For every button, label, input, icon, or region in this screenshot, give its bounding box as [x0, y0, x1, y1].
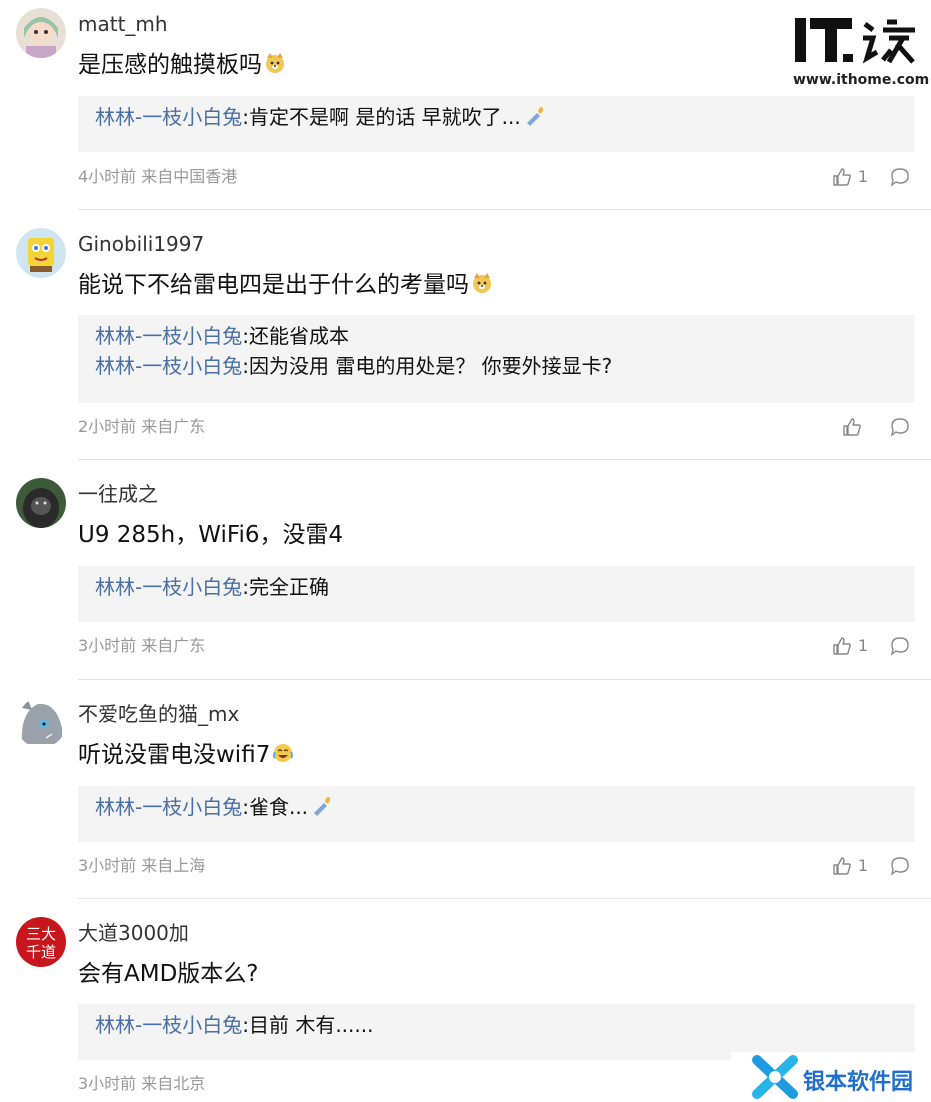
comment-item: matt_mh 是压感的触摸板吗 林林-一枝小白兔:肯定不是啊 是的话 早就吹了… — [0, 0, 931, 210]
divider — [78, 898, 931, 899]
candle-emoji — [310, 794, 332, 816]
comment-content: 会有AMD版本么? — [78, 961, 259, 987]
username[interactable]: 大道3000加 — [78, 921, 189, 945]
comment-bubble-icon — [890, 418, 909, 437]
reply-line: 林林-一枝小白兔:雀食... — [95, 792, 915, 822]
like-count: 1 — [857, 167, 868, 186]
divider — [78, 209, 931, 210]
comment-item: Ginobili1997 能说下不给雷电四是出于什么的考量吗 林林-一枝小白兔:… — [0, 220, 931, 460]
doge-emoji — [264, 52, 286, 74]
reply-button[interactable] — [890, 167, 910, 187]
divider — [78, 459, 931, 460]
reply-author[interactable]: 林林-一枝小白兔 — [95, 795, 242, 819]
comment-bubble-icon — [890, 857, 909, 876]
comment-content: U9 285h，WiFi6，没雷4 — [78, 522, 344, 548]
reply-line: 林林-一枝小白兔:还能省成本 — [95, 324, 349, 348]
reply-author[interactable]: 林林-一枝小白兔 — [95, 1013, 242, 1037]
candle-emoji — [523, 104, 545, 126]
reply-button[interactable] — [890, 856, 910, 876]
svg-text:三大: 三大 — [26, 925, 56, 943]
comment-bubble-icon — [890, 637, 909, 656]
comment-content: 能说下不给雷电四是出于什么的考量吗 — [78, 270, 493, 300]
reply-box: 林林-一枝小白兔:还能省成本 林林-一枝小白兔:因为没用 雷电的用处是？ 你要外… — [78, 315, 915, 403]
comment-meta: 4小时前 来自中国香港 — [78, 167, 238, 186]
reply-line: 林林-一枝小白兔:完全正确 — [95, 575, 329, 599]
like-button[interactable]: 1 — [832, 856, 868, 876]
reply-line: 林林-一枝小白兔:肯定不是啊 是的话 早就吹了... — [95, 102, 915, 132]
comment-item: 不爱吃鱼的猫_mx 听说没雷电没wifi7 林林-一枝小白兔:雀食... 3小时… — [0, 690, 931, 900]
reply-box: 林林-一枝小白兔:雀食... — [78, 786, 915, 842]
reply-box: 林林-一枝小白兔:肯定不是啊 是的话 早就吹了... — [78, 96, 915, 152]
comment-meta: 3小时前 来自广东 — [78, 636, 206, 655]
thumbs-up-icon — [833, 168, 851, 186]
reply-author[interactable]: 林林-一枝小白兔 — [95, 105, 242, 129]
avatar[interactable] — [16, 698, 66, 748]
username[interactable]: 不爱吃鱼的猫_mx — [78, 702, 239, 726]
reply-line: 林林-一枝小白兔:目前 木有...... — [95, 1013, 374, 1037]
watermark-text: 银本软件园 — [803, 1070, 914, 1095]
thumbs-up-icon — [833, 857, 851, 875]
avatar[interactable] — [16, 228, 66, 278]
watermark: 银本软件园 — [731, 1052, 931, 1102]
like-count: 1 — [857, 856, 868, 875]
like-button[interactable]: 1 — [832, 636, 868, 656]
comment-content: 是压感的触摸板吗 — [78, 50, 286, 80]
username[interactable]: 一往成之 — [78, 482, 158, 506]
reply-author[interactable]: 林林-一枝小白兔 — [95, 324, 242, 348]
like-button[interactable]: 1 — [832, 167, 868, 187]
comment-item: 一往成之 U9 285h，WiFi6，没雷4 林林-一枝小白兔:完全正确 3小时… — [0, 470, 931, 680]
username[interactable]: Ginobili1997 — [78, 232, 204, 256]
reply-box: 林林-一枝小白兔:完全正确 — [78, 566, 915, 622]
avatar[interactable] — [16, 8, 66, 58]
avatar[interactable]: 三大 千道 — [16, 917, 66, 967]
thumbs-up-icon — [843, 418, 861, 436]
reply-author[interactable]: 林林-一枝小白兔 — [95, 575, 242, 599]
watermark-logo-icon — [752, 1055, 798, 1099]
reply-author[interactable]: 林林-一枝小白兔 — [95, 354, 242, 378]
comment-meta: 3小时前 来自上海 — [78, 856, 206, 875]
like-count: 1 — [857, 636, 868, 655]
reply-button[interactable] — [890, 417, 910, 437]
comment-bubble-icon — [890, 168, 909, 187]
comment-meta: 3小时前 来自北京 — [78, 1074, 206, 1093]
divider — [78, 679, 931, 680]
username[interactable]: matt_mh — [78, 12, 168, 36]
reply-line: 林林-一枝小白兔:因为没用 雷电的用处是？ 你要外接显卡? — [95, 354, 613, 378]
doge-emoji — [471, 272, 493, 294]
comment-content: 听说没雷电没wifi7 — [78, 740, 294, 770]
laugh-cry-emoji — [272, 742, 294, 764]
reply-button[interactable] — [890, 636, 910, 656]
like-button[interactable] — [842, 417, 868, 437]
thumbs-up-icon — [833, 637, 851, 655]
avatar[interactable] — [16, 478, 66, 528]
svg-text:千道: 千道 — [26, 943, 56, 961]
comment-meta: 2小时前 来自广东 — [78, 417, 206, 436]
